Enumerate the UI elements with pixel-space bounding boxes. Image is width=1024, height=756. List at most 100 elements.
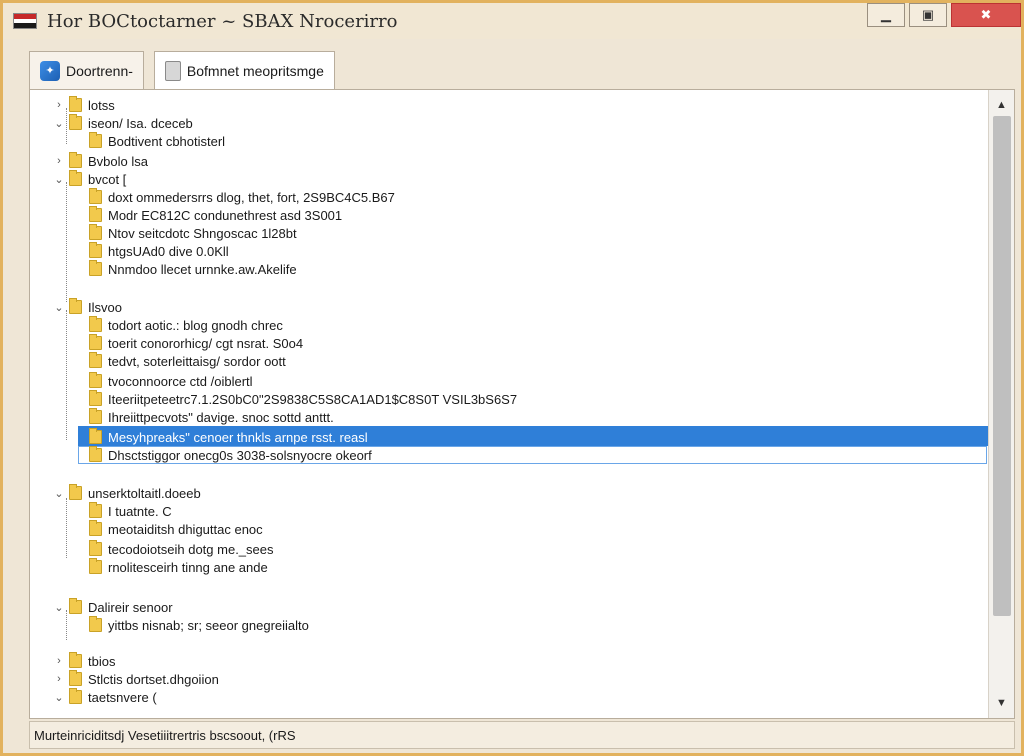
folder-icon [69, 688, 82, 704]
tree-item-label: I tuatnte. C [108, 503, 172, 519]
tree-item[interactable]: ⌄ Dalireir senoor [52, 598, 173, 616]
tree-item-label: unserktoltaitl.doeeb [88, 485, 201, 501]
vertical-scrollbar[interactable]: ▲ ▼ [988, 90, 1014, 718]
folder-icon [69, 152, 82, 168]
tree-item[interactable]: meotaiditsh dhiguttac enoc [86, 520, 263, 538]
app-window: Hor BOCtoctarner ~ SBAX Nrocerirro ▁ ▣ ✖… [0, 0, 1024, 756]
scroll-up-arrow-icon[interactable]: ▲ [989, 94, 1014, 116]
tree-item-label: tbios [88, 653, 116, 669]
tree-item[interactable]: ⌄ unserktoltaitl.doeeb [52, 484, 201, 502]
expand-chevron-down-icon[interactable]: ⌄ [52, 117, 66, 130]
tree-item[interactable]: ⌄ iseon/ Isa. dceceb [52, 114, 193, 132]
app-icon: ✦ [40, 60, 60, 81]
tree-item[interactable]: Nnmdoo llecet urnnke.aw.Akelife [86, 260, 297, 278]
tree-item[interactable]: Mesyhpreaks" cenoer thnkls arnpe rsst. r… [86, 428, 368, 446]
tree-item[interactable]: Ntov seitcdotc Shngoscac 1l28bt [86, 224, 297, 242]
folder-icon [89, 372, 102, 388]
tab-bar: ✦ Doortrenn- Bofmnet meopritsmge [29, 51, 345, 89]
tree-item-label: Bodtivent cbhotisterl [108, 133, 226, 149]
tree-item-label: lotss [88, 97, 115, 113]
app-flag-icon [13, 13, 37, 29]
tree-item-label: iseon/ Isa. dceceb [88, 115, 193, 131]
folder-icon [89, 224, 102, 240]
tree-guide-line [66, 610, 67, 640]
folder-icon [89, 352, 102, 368]
tree-item-label: Bvbolo lsa [88, 153, 148, 169]
status-bar: Murteinriciditsdj Vesetiiitrertris bscso… [29, 721, 1015, 749]
tab-bofmnet[interactable]: Bofmnet meopritsmge [153, 51, 335, 89]
folder-icon [89, 520, 102, 536]
expand-chevron-down-icon[interactable]: ⌄ [52, 301, 66, 314]
tree-item-label: Stlctis dortset.dhgoiion [88, 671, 219, 687]
folder-icon [89, 188, 102, 204]
tree-item-label: doxt ommedersrrs dlog, thet, fort, 2S9BC… [108, 189, 395, 205]
tree-guide-line [66, 108, 67, 144]
folder-icon [89, 390, 102, 406]
tree-item[interactable]: › Bvbolo lsa [52, 152, 148, 170]
tree-item-label: tvoconnoorce ctd /oiblertl [108, 373, 253, 389]
expand-chevron-down-icon[interactable]: ⌄ [52, 691, 66, 704]
tree-item-label: Nnmdoo llecet urnnke.aw.Akelife [108, 261, 297, 277]
folder-icon [69, 114, 82, 130]
folder-icon [69, 598, 82, 614]
tree-item[interactable]: Modr EC812C condunethrest asd 3S001 [86, 206, 342, 224]
tree-item[interactable]: ⌄ bvcot [ [52, 170, 126, 188]
folder-icon [69, 96, 82, 112]
tree-item[interactable]: › lotss [52, 96, 115, 114]
tree-item[interactable]: tecodoiotseih dotg me._sees [86, 540, 274, 558]
tree-item[interactable]: htgsUAd0 dive 0.0Kll [86, 242, 229, 260]
tree-item[interactable]: Bodtivent cbhotisterl [86, 132, 225, 150]
tree-item-label: Ntov seitcdotc Shngoscac 1l28bt [108, 225, 297, 241]
tree-item[interactable]: Dhsctstiggor onecg0s 3038-solsnyocre oke… [86, 446, 372, 464]
expand-chevron-right-icon[interactable]: › [52, 655, 66, 667]
tree-item[interactable]: doxt ommedersrrs dlog, thet, fort, 2S9BC… [86, 188, 395, 206]
tree-item-label: meotaiditsh dhiguttac enoc [108, 521, 263, 537]
folder-icon [89, 616, 102, 632]
expand-chevron-right-icon[interactable]: › [52, 99, 66, 111]
tree-guide-line [66, 310, 67, 440]
folder-icon [89, 540, 102, 556]
tree-item[interactable]: ⌄ taetsnvere ( [52, 688, 157, 706]
tree-item[interactable]: ⌄ Ilsvoo [52, 298, 122, 316]
tree-item[interactable]: I tuatnte. C [86, 502, 172, 520]
tree-item-label: Dalireir senoor [88, 599, 173, 615]
tree-item-label: Modr EC812C condunethrest asd 3S001 [108, 207, 343, 223]
tree-item[interactable]: Ihreiittpecvots" davige. snoc sottd antt… [86, 408, 334, 426]
tab-doortrenn[interactable]: ✦ Doortrenn- [29, 51, 144, 89]
tree-item-label: yittbs nisnab; sr; seeor gnegreiialto [108, 617, 309, 633]
expand-chevron-right-icon[interactable]: › [52, 155, 66, 167]
expand-chevron-down-icon[interactable]: ⌄ [52, 601, 66, 614]
folder-icon [89, 334, 102, 350]
expand-chevron-down-icon[interactable]: ⌄ [52, 173, 66, 186]
tree-view[interactable]: › lotss ⌄ iseon/ Isa. dceceb Bodtivent cbhot… [29, 89, 1015, 719]
tree-item[interactable]: Iteeriitpeteetrc7.1.2S0bC0"2S9838C5S8CA1… [86, 390, 517, 408]
scroll-down-arrow-icon[interactable]: ▼ [989, 692, 1014, 714]
status-text: Murteinriciditsdj Vesetiiitrertris bscso… [34, 727, 296, 743]
tree-item[interactable]: › tbios [52, 652, 115, 670]
tree-item[interactable]: todort aotic.: blog gnodh chrec [86, 316, 283, 334]
folder-icon [89, 502, 102, 518]
tree-item[interactable]: › Stlctis dortset.dhgoiion [52, 670, 219, 688]
tree-item-label: Dhsctstiggor onecg0s 3038-solsnyocre oke… [108, 447, 372, 463]
close-button[interactable]: ✖ [951, 3, 1021, 27]
minimize-button[interactable]: ▁ [867, 3, 905, 27]
tree-item-label: tecodoiotseih dotg me._sees [108, 541, 274, 557]
tree-item[interactable]: tedvt, soterleittaisg/ sordor oott [86, 352, 286, 370]
expand-chevron-down-icon[interactable]: ⌄ [52, 487, 66, 500]
expand-chevron-right-icon[interactable]: › [52, 673, 66, 685]
tree-item[interactable]: yittbs nisnab; sr; seeor gnegreiialto [86, 616, 309, 634]
folder-icon [69, 670, 82, 686]
folder-icon [89, 132, 102, 148]
folder-icon [89, 260, 102, 276]
scroll-thumb[interactable] [993, 116, 1011, 616]
tree-item[interactable]: rnolitesceirh tinng ane ande [86, 558, 268, 576]
title-bar[interactable]: Hor BOCtoctarner ~ SBAX Nrocerirro ▁ ▣ ✖ [3, 3, 1021, 39]
restore-button[interactable]: ▣ [909, 3, 947, 27]
folder-icon [89, 242, 102, 258]
tree-item-label: toerit conororhicg/ cgt nsrat. S0o4 [108, 335, 304, 351]
tree-item[interactable]: toerit conororhicg/ cgt nsrat. S0o4 [86, 334, 303, 352]
tree-guide-line [66, 182, 67, 302]
tree-item-label: htgsUAd0 dive 0.0Kll [108, 243, 229, 259]
tree-item[interactable]: tvoconnoorce ctd /oiblertl [86, 372, 253, 390]
tree-item-label: rnolitesceirh tinng ane ande [108, 559, 268, 575]
